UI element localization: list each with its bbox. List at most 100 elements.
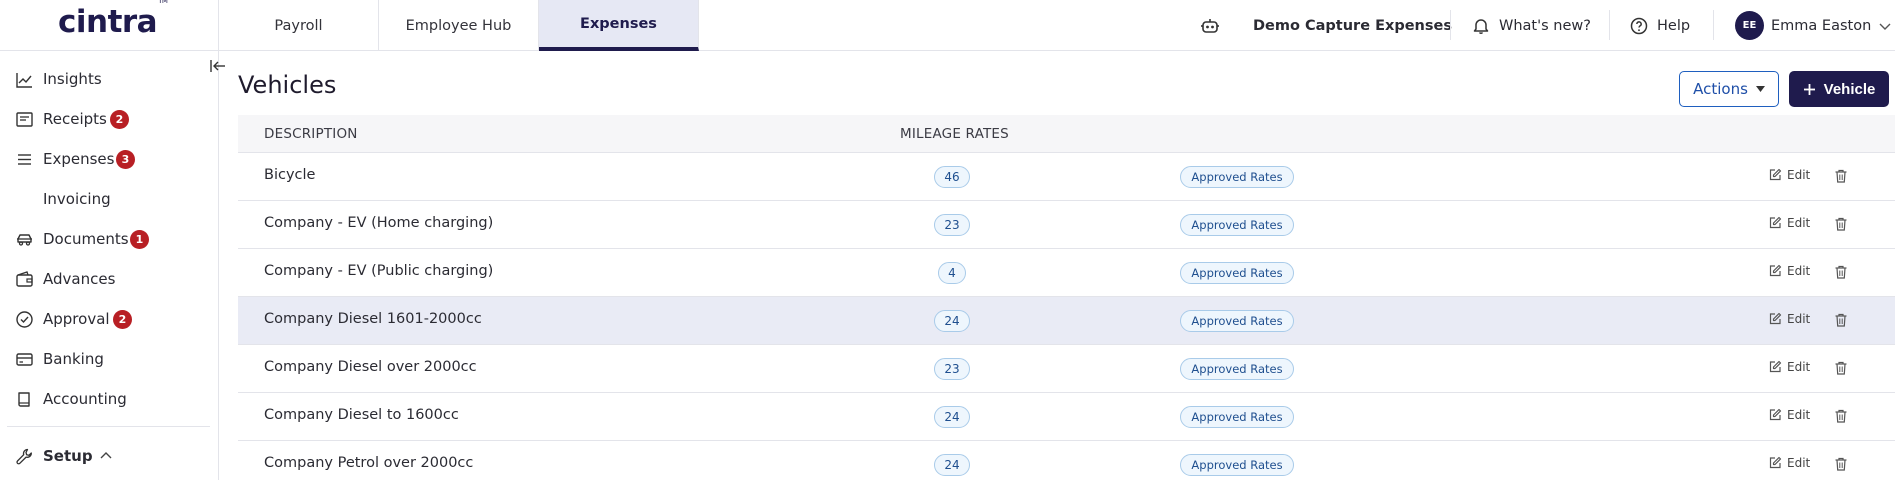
- check-circle-icon: [16, 311, 33, 328]
- edit-icon: [1769, 312, 1782, 325]
- whats-new-link[interactable]: What's new?: [1472, 0, 1591, 51]
- mileage-rate-count[interactable]: 4: [938, 262, 966, 284]
- edit-label: Edit: [1787, 312, 1811, 326]
- column-header-mileage-rates[interactable]: MILEAGE RATES: [900, 126, 1009, 142]
- edit-icon: [1769, 168, 1782, 181]
- table-row[interactable]: Company Petrol over 2000cc 24 Approved Rat…: [238, 441, 1895, 480]
- avatar-initials: EE: [1742, 20, 1757, 31]
- table-row[interactable]: Company - EV (Home charging) 23 Approved R…: [238, 201, 1895, 249]
- table-row[interactable]: Company - EV (Public charging) 4 Approved …: [238, 249, 1895, 297]
- delete-icon[interactable]: [1833, 360, 1849, 376]
- top-bar: cintraTM Payroll Employee Hub Expenses D…: [0, 0, 1895, 51]
- sidebar-item-label: Banking: [43, 350, 104, 368]
- user-name: Emma Easton: [1771, 17, 1872, 34]
- delete-icon[interactable]: [1833, 216, 1849, 232]
- avatar: EE: [1735, 11, 1764, 40]
- count-badge: 3: [116, 150, 135, 169]
- count-badge: 2: [113, 310, 132, 329]
- table-row[interactable]: Company Diesel 1601-2000cc 24 Approved Rat…: [238, 297, 1895, 345]
- collapse-sidebar-icon[interactable]: [209, 57, 227, 75]
- sidebar-item-accounting[interactable]: Accounting: [0, 383, 219, 415]
- whats-new-label: What's new?: [1499, 17, 1591, 34]
- tab-employee-hub[interactable]: Employee Hub: [379, 0, 539, 51]
- table-row[interactable]: Bicycle 46 Approved Rates Edit: [238, 153, 1895, 201]
- edit-icon: [1769, 408, 1782, 421]
- wrench-icon: [16, 448, 32, 465]
- cintra-logo[interactable]: cintraTM: [58, 0, 168, 40]
- actions-button[interactable]: Actions: [1679, 71, 1779, 107]
- mileage-rate-count[interactable]: 24: [934, 406, 970, 428]
- edit-button[interactable]: Edit: [1768, 360, 1810, 374]
- sidebar-item-label: Approval: [43, 310, 110, 328]
- tab-label: Payroll: [274, 17, 323, 34]
- sidebar-item-insights[interactable]: Insights: [0, 63, 219, 95]
- delete-icon[interactable]: [1833, 168, 1849, 184]
- sidebar-item-approval[interactable]: Approval 2: [0, 303, 219, 335]
- approved-rates-badge[interactable]: Approved Rates: [1180, 406, 1294, 428]
- delete-icon[interactable]: [1833, 408, 1849, 424]
- edit-label: Edit: [1787, 168, 1811, 182]
- add-vehicle-label: Vehicle: [1823, 80, 1876, 98]
- card-icon: [16, 353, 33, 366]
- edit-button[interactable]: Edit: [1768, 264, 1810, 278]
- mileage-rate-count[interactable]: 23: [934, 358, 970, 380]
- edit-label: Edit: [1787, 456, 1811, 470]
- wallet-icon: [16, 271, 33, 287]
- edit-button[interactable]: Edit: [1768, 168, 1810, 182]
- receipt-icon: [16, 112, 33, 127]
- edit-icon: [1769, 360, 1782, 373]
- tab-label: Employee Hub: [405, 17, 512, 34]
- sidebar-item-invoicing[interactable]: Invoicing: [0, 183, 219, 215]
- edit-button[interactable]: Edit: [1768, 216, 1810, 230]
- sidebar-item-label: Receipts: [43, 110, 107, 128]
- mileage-rate-count[interactable]: 24: [934, 310, 970, 332]
- mileage-rate-count[interactable]: 23: [934, 214, 970, 236]
- sidebar-item-setup[interactable]: Setup: [0, 440, 219, 472]
- vehicle-description: Company Diesel over 2000cc: [264, 359, 477, 375]
- page-title: Vehicles: [238, 71, 337, 99]
- chart-line-icon: [16, 73, 32, 88]
- edit-icon: [1769, 456, 1782, 469]
- delete-icon[interactable]: [1833, 264, 1849, 280]
- sidebar-item-expenses[interactable]: Expenses 3: [0, 143, 219, 175]
- count-badge: 2: [110, 110, 129, 129]
- approved-rates-badge[interactable]: Approved Rates: [1180, 310, 1294, 332]
- add-vehicle-button[interactable]: Vehicle: [1789, 71, 1889, 107]
- user-menu[interactable]: EE Emma Easton: [1735, 0, 1892, 51]
- table-row[interactable]: Company Diesel over 2000cc 23 Approved Rat…: [238, 345, 1895, 393]
- approved-rates-badge[interactable]: Approved Rates: [1180, 166, 1294, 188]
- sidebar-item-label: Advances: [43, 270, 116, 288]
- edit-button[interactable]: Edit: [1768, 312, 1810, 326]
- edit-button[interactable]: Edit: [1768, 456, 1810, 470]
- plus-icon: [1803, 83, 1815, 95]
- approved-rates-badge[interactable]: Approved Rates: [1180, 358, 1294, 380]
- sidebar-item-advances[interactable]: Advances: [0, 263, 219, 295]
- mileage-rate-count[interactable]: 46: [934, 166, 970, 188]
- sidebar-item-label: Setup: [43, 447, 93, 465]
- sidebar-item-documents[interactable]: Documents 1: [0, 223, 219, 255]
- approved-rates-badge[interactable]: Approved Rates: [1180, 454, 1294, 476]
- tab-payroll[interactable]: Payroll: [219, 0, 379, 51]
- logo-text: cintra: [58, 4, 158, 40]
- company-name[interactable]: Demo Capture Expenses: [1253, 0, 1452, 51]
- approved-rates-badge[interactable]: Approved Rates: [1180, 214, 1294, 236]
- help-link[interactable]: Help: [1630, 0, 1690, 51]
- divider: [1713, 10, 1714, 40]
- sidebar-item-label: Documents: [43, 230, 129, 248]
- approved-rates-badge[interactable]: Approved Rates: [1180, 262, 1294, 284]
- delete-icon[interactable]: [1833, 312, 1849, 328]
- help-label: Help: [1657, 17, 1691, 34]
- column-header-description[interactable]: DESCRIPTION: [264, 126, 358, 142]
- actions-label: Actions: [1693, 80, 1748, 98]
- sidebar-item-receipts[interactable]: Receipts 2: [0, 103, 219, 135]
- sidebar: Insights Receipts 2 Expenses 3 Invoicing…: [0, 51, 219, 480]
- sidebar-item-banking[interactable]: Banking: [0, 343, 219, 375]
- vehicle-description: Company Diesel 1601-2000cc: [264, 311, 482, 327]
- table-row[interactable]: Company Diesel to 1600cc 24 Approved Rates…: [238, 393, 1895, 441]
- bell-icon: [1473, 18, 1489, 34]
- mileage-rate-count[interactable]: 24: [934, 454, 970, 476]
- robot-icon[interactable]: [1200, 0, 1220, 51]
- edit-button[interactable]: Edit: [1768, 408, 1810, 422]
- tab-expenses[interactable]: Expenses: [539, 0, 699, 51]
- delete-icon[interactable]: [1833, 456, 1849, 472]
